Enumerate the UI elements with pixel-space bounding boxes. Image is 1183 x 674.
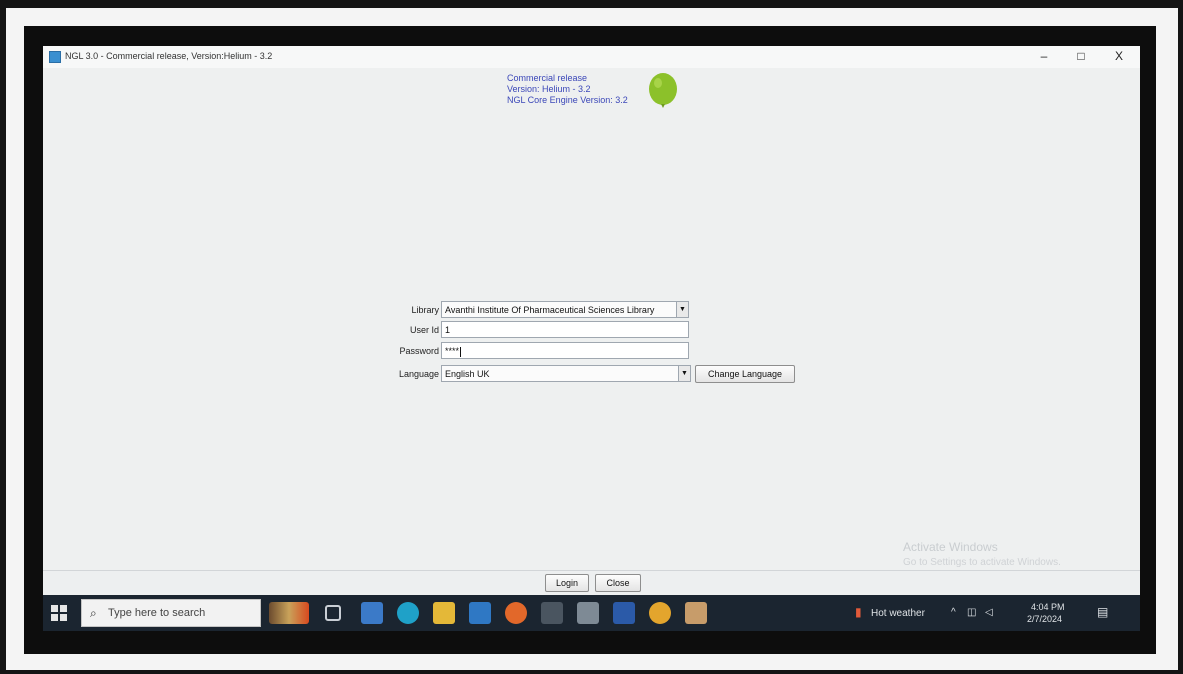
chevron-down-icon[interactable]: ▼ bbox=[678, 366, 690, 381]
activate-windows-watermark: Activate Windows Go to Settings to activ… bbox=[903, 539, 1061, 571]
firefox-icon[interactable] bbox=[505, 602, 527, 624]
change-language-button[interactable]: Change Language bbox=[695, 365, 795, 383]
activate-windows-title: Activate Windows bbox=[903, 540, 998, 554]
window-titlebar: NGL 3.0 - Commercial release, Version:He… bbox=[43, 46, 1140, 68]
windows-taskbar: ⌕ Type here to search ▮ Hot weather ^ ◫ … bbox=[43, 595, 1140, 631]
volume-icon[interactable]: ◁ bbox=[985, 607, 993, 618]
weather-label[interactable]: Hot weather bbox=[871, 608, 925, 619]
edge-icon[interactable] bbox=[397, 602, 419, 624]
library-row: Library Avanthi Institute Of Pharmaceuti… bbox=[343, 301, 743, 319]
store-icon[interactable] bbox=[361, 602, 383, 624]
login-button[interactable]: Login bbox=[545, 574, 589, 592]
clock-time[interactable]: 4:04 PM bbox=[1031, 602, 1065, 612]
version-info: Commercial release Version: Helium - 3.2… bbox=[507, 73, 628, 106]
ngl-app-icon[interactable] bbox=[685, 602, 707, 624]
app-icon[interactable] bbox=[577, 602, 599, 624]
search-icon: ⌕ bbox=[90, 606, 97, 620]
userid-input[interactable]: 1 bbox=[441, 321, 689, 338]
network-icon[interactable]: ◫ bbox=[967, 607, 976, 618]
userid-value: 1 bbox=[445, 325, 451, 335]
word-icon[interactable] bbox=[613, 602, 635, 624]
taskbar-search-box[interactable]: ⌕ Type here to search bbox=[81, 599, 261, 627]
chrome-icon[interactable] bbox=[649, 602, 671, 624]
password-label: Password bbox=[399, 346, 439, 356]
version-line-release: Commercial release bbox=[507, 73, 588, 83]
app-window-icon bbox=[49, 51, 61, 63]
password-input[interactable]: **** bbox=[441, 342, 689, 359]
tray-chevron-up-icon[interactable]: ^ bbox=[951, 607, 956, 618]
language-label: Language bbox=[398, 369, 439, 379]
userid-label: User Id bbox=[409, 325, 439, 335]
language-row: Language English UK ▼ Change Language bbox=[343, 365, 803, 383]
taskbar-search-placeholder: Type here to search bbox=[108, 607, 206, 619]
screen: NGL 3.0 - Commercial release, Version:He… bbox=[43, 46, 1140, 631]
text-caret bbox=[460, 346, 462, 357]
bottom-button-bar: Login Close bbox=[43, 570, 1140, 592]
search-highlight-icon bbox=[269, 602, 309, 624]
userid-row: User Id 1 bbox=[343, 321, 743, 339]
window-title: NGL 3.0 - Commercial release, Version:He… bbox=[65, 51, 273, 61]
terminal-icon[interactable] bbox=[541, 602, 563, 624]
thermometer-icon: ▮ bbox=[855, 605, 862, 619]
mail-icon[interactable] bbox=[469, 602, 491, 624]
library-label: Library bbox=[411, 305, 439, 315]
version-line-helium: Version: Helium - 3.2 bbox=[507, 84, 591, 94]
balloon-logo-icon bbox=[649, 73, 677, 108]
password-value: **** bbox=[445, 346, 460, 356]
close-window-button[interactable]: X bbox=[1101, 46, 1137, 68]
file-explorer-icon[interactable] bbox=[433, 602, 455, 624]
language-select[interactable]: English UK ▼ bbox=[441, 365, 691, 382]
library-select-value: Avanthi Institute Of Pharmaceutical Scie… bbox=[445, 305, 655, 315]
activate-windows-subtitle: Go to Settings to activate Windows. bbox=[903, 557, 1061, 568]
windows-start-icon[interactable] bbox=[51, 605, 67, 621]
maximize-button[interactable]: □ bbox=[1063, 46, 1099, 68]
notification-icon[interactable]: ▤ bbox=[1097, 605, 1108, 619]
version-line-engine: NGL Core Engine Version: 3.2 bbox=[507, 95, 628, 105]
clock-date[interactable]: 2/7/2024 bbox=[1027, 614, 1062, 624]
close-button[interactable]: Close bbox=[595, 574, 641, 592]
minimize-button[interactable]: – bbox=[1026, 46, 1062, 68]
language-select-value: English UK bbox=[445, 369, 490, 379]
task-view-icon[interactable] bbox=[325, 605, 341, 621]
library-select[interactable]: Avanthi Institute Of Pharmaceutical Scie… bbox=[441, 301, 689, 318]
chevron-down-icon[interactable]: ▼ bbox=[676, 302, 688, 317]
password-row: Password **** bbox=[343, 342, 743, 360]
